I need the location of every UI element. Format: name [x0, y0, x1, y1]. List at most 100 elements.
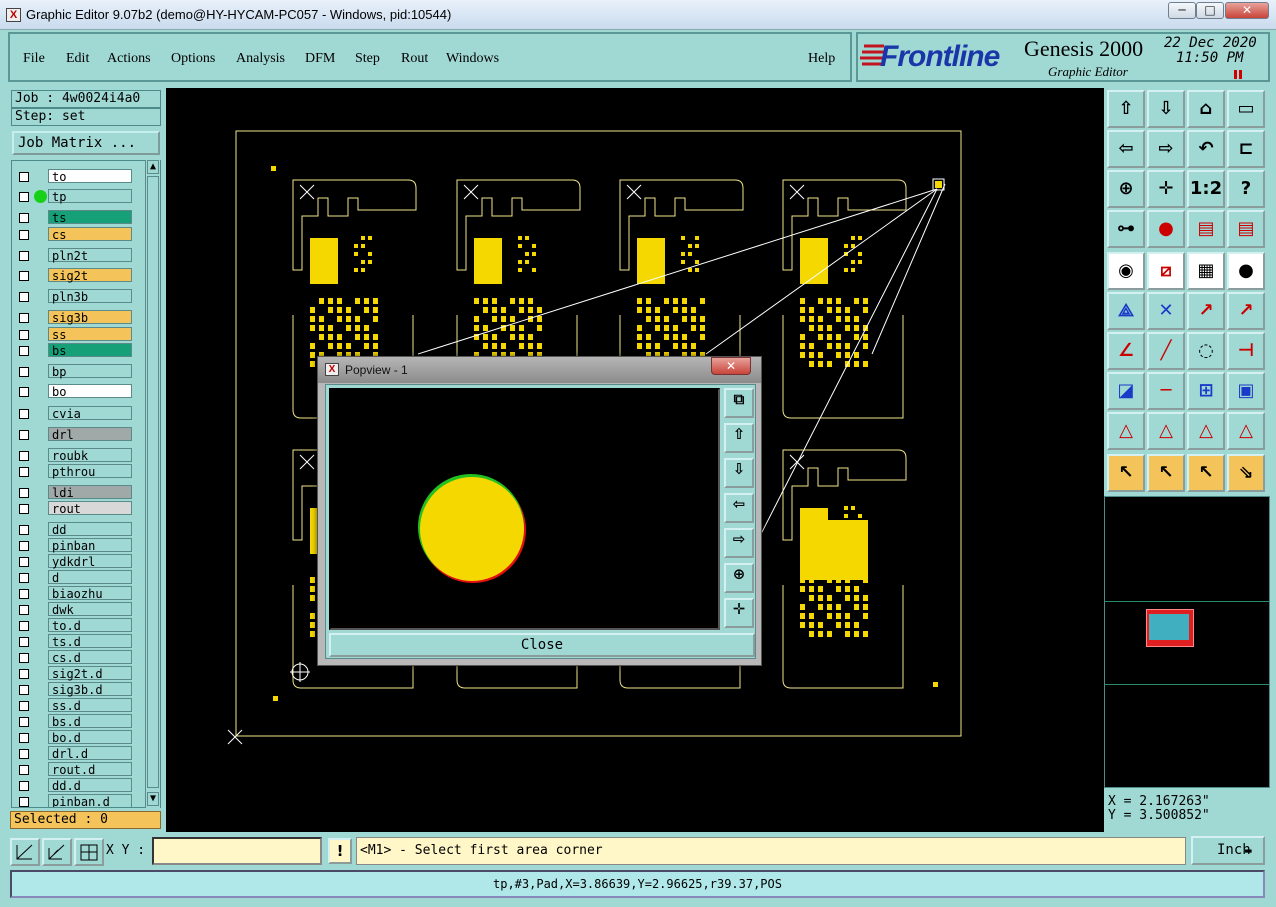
layer-row-to[interactable]: to: [14, 169, 133, 184]
layer-row-drl-d[interactable]: drl.d: [14, 746, 133, 761]
layer-row-ts[interactable]: ts: [14, 210, 133, 225]
move-down-button[interactable]: ⇩: [1147, 90, 1185, 128]
layer-checkbox[interactable]: [19, 346, 29, 356]
scroll-up-icon[interactable]: ▲: [147, 160, 159, 174]
xy-input[interactable]: [152, 837, 322, 865]
layer-name[interactable]: dwk: [48, 602, 132, 617]
help-button[interactable]: ?: [1227, 170, 1265, 208]
layer-scrollbar[interactable]: ▲ ▼: [145, 160, 160, 808]
layer-row-sig3b-d[interactable]: sig3b.d: [14, 682, 133, 697]
layer-row-biaozhu[interactable]: biaozhu: [14, 586, 133, 601]
home-button[interactable]: ⌂: [1187, 90, 1225, 128]
layer-row-bs-d[interactable]: bs.d: [14, 714, 133, 729]
layer-name[interactable]: sig2t: [48, 268, 132, 283]
layer-row-sig3b[interactable]: sig3b: [14, 310, 133, 325]
zoom-fit-button[interactable]: ⊕: [1107, 170, 1145, 208]
menu-edit[interactable]: Edit: [66, 51, 89, 67]
pv-zoom-fit-button[interactable]: ⊕: [724, 563, 754, 593]
layer-checkbox[interactable]: [19, 781, 29, 791]
layer-checkbox[interactable]: [19, 330, 29, 340]
layer-checkbox[interactable]: [19, 541, 29, 551]
layer-row-pinban-d[interactable]: pinban.d: [14, 794, 133, 807]
overview-panel[interactable]: [1104, 496, 1270, 788]
layer-checkbox[interactable]: [19, 467, 29, 477]
layer-name[interactable]: bo.d: [48, 730, 132, 745]
layer-checkbox[interactable]: [19, 701, 29, 711]
layer-name[interactable]: cs.d: [48, 650, 132, 665]
layer-checkbox[interactable]: [19, 313, 29, 323]
layer-row-tp[interactable]: tp: [14, 189, 133, 204]
layer-checkbox[interactable]: [19, 367, 29, 377]
layer-checkbox[interactable]: [19, 797, 29, 807]
scroll-down-icon[interactable]: ▼: [147, 792, 159, 806]
pv-right-button[interactable]: ⇨: [724, 528, 754, 558]
layer-row-cvia[interactable]: cvia: [14, 406, 133, 421]
layer-name[interactable]: rout.d: [48, 762, 132, 777]
menu-dfm[interactable]: DFM: [305, 51, 335, 67]
layer-checkbox[interactable]: [19, 488, 29, 498]
layer-checkbox[interactable]: [19, 387, 29, 397]
layer-checkbox[interactable]: [19, 621, 29, 631]
move-feature-button[interactable]: ◪: [1107, 372, 1145, 410]
line-point-button[interactable]: ↗: [1187, 292, 1225, 330]
layer-name[interactable]: ss: [48, 327, 132, 342]
layer-name[interactable]: ss.d: [48, 698, 132, 713]
layer-checkbox[interactable]: [19, 504, 29, 514]
layer-name[interactable]: d: [48, 570, 132, 585]
layer-name[interactable]: pthrou: [48, 464, 132, 479]
pv-window-button[interactable]: ⧉: [724, 388, 754, 418]
layer-name[interactable]: sig2t.d: [48, 666, 132, 681]
parallel-button[interactable]: ⊣: [1227, 332, 1265, 370]
layer-name[interactable]: cs: [48, 227, 132, 242]
menu-rout[interactable]: Rout: [401, 51, 428, 67]
scroll-thumb[interactable]: [147, 176, 159, 788]
select-box-button[interactable]: ↖: [1147, 454, 1185, 492]
measure-box-button[interactable]: ⊞: [1187, 372, 1225, 410]
angle-button[interactable]: ∠: [1107, 332, 1145, 370]
move-right-button[interactable]: ⇨: [1147, 130, 1185, 168]
layer-name[interactable]: pln2t: [48, 248, 132, 263]
slope-line-button[interactable]: ╱: [1147, 332, 1185, 370]
layer-name[interactable]: bp: [48, 364, 132, 379]
graphic-control-button[interactable]: ⊶: [1107, 210, 1145, 248]
layer-checkbox[interactable]: [19, 637, 29, 647]
job-matrix-button[interactable]: Job Matrix ...: [12, 131, 160, 155]
layer-name[interactable]: biaozhu: [48, 586, 132, 601]
layer-name[interactable]: to.d: [48, 618, 132, 633]
layer-row-sig2t[interactable]: sig2t: [14, 268, 133, 283]
triangle2-button[interactable]: △: [1147, 412, 1185, 450]
line-point2-button[interactable]: ↗: [1227, 292, 1265, 330]
menu-options[interactable]: Options: [171, 51, 215, 67]
menu-actions[interactable]: Actions: [107, 51, 151, 67]
layer-row-bs[interactable]: bs: [14, 343, 133, 358]
arc-button[interactable]: ◌: [1187, 332, 1225, 370]
layer-row-dd-d[interactable]: dd.d: [14, 778, 133, 793]
layer-row-ss-d[interactable]: ss.d: [14, 698, 133, 713]
menu-windows[interactable]: Windows: [446, 51, 499, 67]
layer-name[interactable]: sig3b: [48, 310, 132, 325]
layer-checkbox[interactable]: [19, 271, 29, 281]
layer-checkbox[interactable]: [19, 685, 29, 695]
layer-checkbox[interactable]: [19, 717, 29, 727]
group-button[interactable]: ▣: [1227, 372, 1265, 410]
select-net-button[interactable]: ⇘: [1227, 454, 1265, 492]
layer-row-dwk[interactable]: dwk: [14, 602, 133, 617]
layer-name[interactable]: dd.d: [48, 778, 132, 793]
layer-checkbox[interactable]: [19, 573, 29, 583]
popview-titlebar[interactable]: X Popview - 1 ✕: [318, 357, 761, 383]
layer-name[interactable]: roubk: [48, 448, 132, 463]
layer-name[interactable]: to: [48, 169, 132, 184]
unit-selector[interactable]: Inch ▬: [1191, 836, 1265, 865]
pv-center-button[interactable]: ✛: [724, 598, 754, 628]
layer-name[interactable]: drl: [48, 427, 132, 442]
snap-tool-button[interactable]: [10, 838, 40, 866]
select-circle-button[interactable]: ↖: [1187, 454, 1225, 492]
exclamation-button[interactable]: !: [328, 838, 352, 864]
menu-analysis[interactable]: Analysis: [236, 51, 285, 67]
pad-select-button[interactable]: ●: [1147, 210, 1185, 248]
layer-name[interactable]: pinban: [48, 538, 132, 553]
layer-name[interactable]: dd: [48, 522, 132, 537]
layer-name[interactable]: tp: [48, 189, 132, 204]
layer-checkbox[interactable]: [19, 230, 29, 240]
layer-row-bo[interactable]: bo: [14, 384, 133, 399]
